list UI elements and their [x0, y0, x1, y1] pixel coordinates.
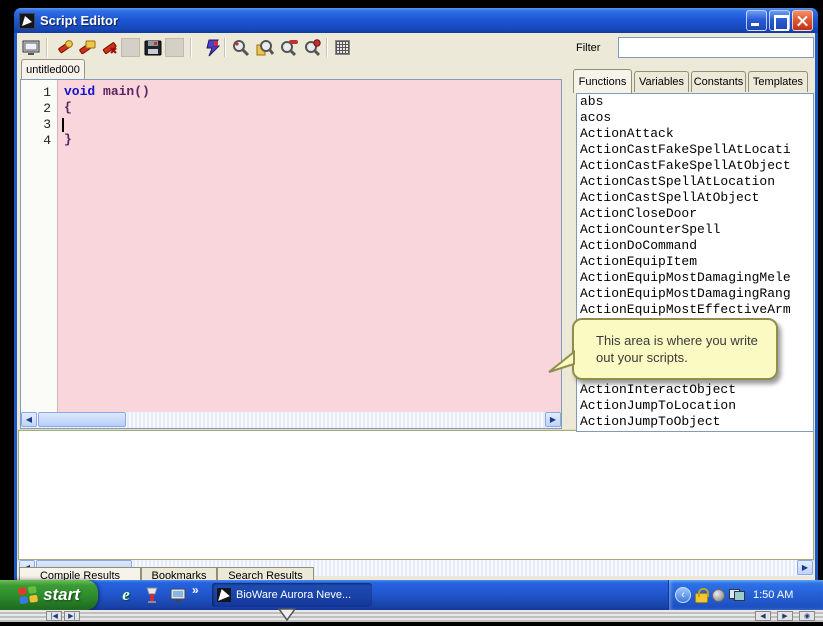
list-item[interactable]: abs	[577, 94, 813, 110]
grid-matrix-button[interactable]	[332, 37, 353, 58]
line-number: 3	[23, 117, 51, 132]
code-line-1: void main()	[64, 84, 150, 99]
windows-flag-icon	[17, 585, 39, 606]
replace-button[interactable]	[278, 37, 299, 58]
tooltip-text: This area is where you write out your sc…	[574, 328, 776, 370]
list-item[interactable]: ActionInteractObject	[577, 382, 813, 398]
list-item[interactable]: ActionJumpToObject	[577, 414, 813, 430]
player-next-button[interactable]: ▶	[777, 611, 793, 621]
toolbar-separator	[224, 38, 226, 57]
line-number: 2	[23, 101, 51, 116]
list-item[interactable]: ActionEquipItem	[577, 254, 813, 270]
list-item[interactable]: ActionCastFakeSpellAtLocati	[577, 142, 813, 158]
list-item[interactable]: ActionEquipMostDamagingRang	[577, 286, 813, 302]
tab-templates[interactable]: Templates	[748, 71, 808, 92]
start-button[interactable]: start	[0, 580, 98, 610]
tab-variables[interactable]: Variables	[634, 71, 689, 92]
screen: Script Editor	[0, 0, 823, 626]
list-item[interactable]: ActionJumpToLocation	[577, 398, 813, 414]
script-editor-window: Script Editor	[14, 8, 818, 580]
editor-tab-label: untitled000	[26, 64, 80, 76]
function-list[interactable]: absacosActionAttackActionCastFakeSpellAt…	[576, 93, 814, 432]
network-icon[interactable]	[729, 589, 745, 601]
security-lock-icon[interactable]	[695, 593, 708, 603]
find-in-files-button[interactable]	[302, 37, 323, 58]
scroll-left-arrow-icon[interactable]: ◀	[21, 412, 37, 427]
minimize-button[interactable]	[746, 10, 767, 31]
scroll-thumb[interactable]	[38, 412, 126, 427]
list-item[interactable]: ActionDoCommand	[577, 238, 813, 254]
editor-tab-untitled000[interactable]: untitled000	[21, 59, 85, 79]
timeline-position-marker[interactable]	[277, 608, 297, 621]
player-prev-button[interactable]: ◀	[755, 611, 771, 621]
show-desktop-icon[interactable]	[168, 585, 188, 605]
app-icon	[19, 13, 35, 29]
compile-button[interactable]	[202, 37, 223, 58]
toolbar-separator	[46, 38, 48, 57]
list-item[interactable]: acos	[577, 110, 813, 126]
output-panel	[18, 430, 814, 560]
crayon-close-button[interactable]	[98, 37, 119, 58]
quick-launch-overflow-chevron[interactable]: »	[192, 583, 199, 597]
code-line-4: }	[64, 132, 72, 147]
crayon-folder-button[interactable]	[76, 37, 97, 58]
list-item[interactable]: ActionEquipMostDamagingMele	[577, 270, 813, 286]
system-tray: ‹ 1:50 AM	[668, 580, 823, 610]
line-number: 4	[23, 133, 51, 148]
editor-hscrollbar[interactable]: ◀ ▶	[21, 412, 561, 428]
line-number: 1	[23, 85, 51, 100]
list-item[interactable]: ActionEquipMostEffectiveArm	[577, 302, 813, 318]
scroll-right-arrow-icon[interactable]: ▶	[545, 412, 561, 427]
crayon-edit-button[interactable]	[54, 37, 75, 58]
tooltip-tail	[548, 350, 576, 378]
internet-explorer-icon[interactable]: e	[116, 585, 136, 605]
text-caret	[62, 118, 64, 132]
window-title: Script Editor	[40, 13, 744, 28]
close-button[interactable]	[792, 10, 813, 31]
player-zoom-button[interactable]: ◉	[799, 611, 815, 621]
filter-input[interactable]	[618, 37, 814, 58]
player-timeline-strip[interactable]	[0, 610, 823, 622]
player-step-back-button[interactable]: |◀	[46, 611, 62, 621]
find-next-button[interactable]	[254, 37, 275, 58]
save-script-button[interactable]	[142, 37, 163, 58]
maximize-button[interactable]	[769, 10, 790, 31]
task-app-icon	[217, 588, 231, 602]
tutorial-tooltip: This area is where you write out your sc…	[572, 318, 778, 380]
list-item[interactable]: ActionCastFakeSpellAtObject	[577, 158, 813, 174]
script-editor-area[interactable]: 1 2 3 4 void main() { } ◀ ▶	[20, 79, 562, 429]
tab-constants[interactable]: Constants	[691, 71, 746, 92]
new-script-button[interactable]	[20, 37, 41, 58]
disabled-button-1	[120, 37, 141, 58]
start-label: start	[43, 585, 80, 605]
disabled-button-2	[164, 37, 185, 58]
code-line-2: {	[64, 100, 72, 115]
task-button-bioware-aurora[interactable]: BioWare Aurora Neve...	[212, 583, 372, 607]
toolbar-separator	[190, 38, 192, 57]
task-label: BioWare Aurora Neve...	[236, 589, 351, 601]
hide-icons-chevron[interactable]: ‹	[675, 587, 691, 603]
line-number-gutter: 1 2 3 4	[21, 80, 58, 412]
list-item[interactable]: ActionCloseDoor	[577, 206, 813, 222]
player-step-forward-button[interactable]: ▶|	[64, 611, 80, 621]
taskbar: start e » BioWare Aurora Neve... ‹ 1:50 …	[0, 580, 823, 610]
tab-functions[interactable]: Functions	[573, 69, 632, 93]
media-player-icon[interactable]	[142, 585, 162, 605]
list-item[interactable]: ActionCastSpellAtLocation	[577, 174, 813, 190]
taskbar-clock: 1:50 AM	[753, 589, 793, 601]
find-button[interactable]	[230, 37, 251, 58]
scroll-right-arrow-icon[interactable]: ▶	[797, 560, 813, 575]
filter-label: Filter	[576, 42, 600, 54]
volume-icon[interactable]	[712, 589, 725, 602]
titlebar[interactable]: Script Editor	[14, 8, 818, 33]
toolbar-separator	[326, 38, 328, 57]
list-item[interactable]: ActionCastSpellAtObject	[577, 190, 813, 206]
list-item[interactable]: ActionAttack	[577, 126, 813, 142]
list-item[interactable]: ActionCounterSpell	[577, 222, 813, 238]
